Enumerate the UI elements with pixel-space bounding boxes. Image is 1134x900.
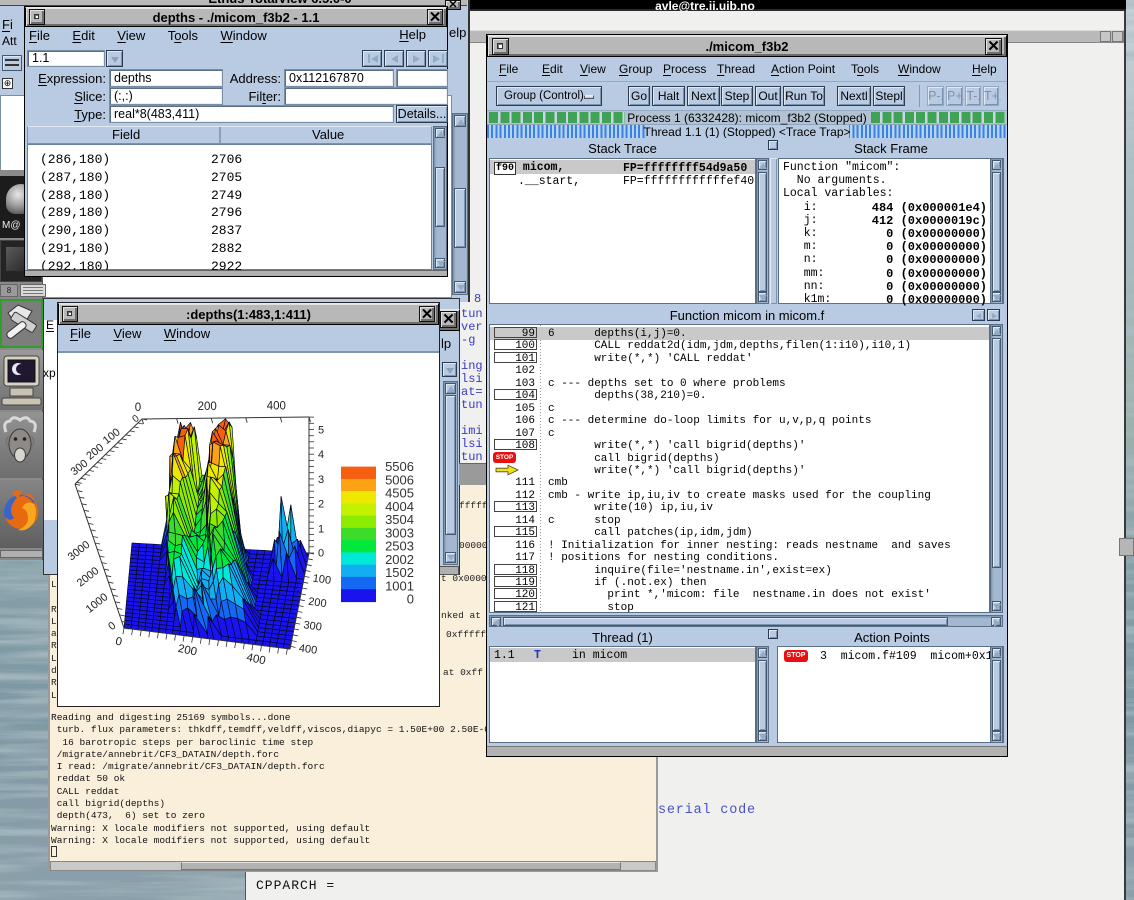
svg-text:3000: 3000 xyxy=(66,539,93,564)
svg-text:5: 5 xyxy=(318,425,324,437)
svg-text:0: 0 xyxy=(407,592,414,607)
svg-text:0: 0 xyxy=(135,402,141,414)
svg-text:0: 0 xyxy=(114,636,123,649)
svg-text:200: 200 xyxy=(177,643,198,659)
svg-text:400: 400 xyxy=(245,652,266,668)
svg-text:300: 300 xyxy=(303,619,323,633)
svg-text:1000: 1000 xyxy=(84,591,111,616)
svg-text:0: 0 xyxy=(318,547,324,559)
svg-text:2000: 2000 xyxy=(75,565,102,590)
svg-text:0: 0 xyxy=(106,620,118,633)
svg-text:3: 3 xyxy=(318,474,324,486)
svg-text:200: 200 xyxy=(307,596,327,610)
svg-text:4: 4 xyxy=(318,449,324,461)
svg-text:1: 1 xyxy=(318,523,324,535)
svg-text:400: 400 xyxy=(298,642,318,656)
svg-text:400: 400 xyxy=(267,400,286,412)
svg-text:200: 200 xyxy=(84,442,106,463)
svg-text:100: 100 xyxy=(101,426,123,447)
svg-text:2: 2 xyxy=(318,499,324,511)
svg-text:200: 200 xyxy=(198,401,217,413)
svg-text:100: 100 xyxy=(312,573,332,587)
